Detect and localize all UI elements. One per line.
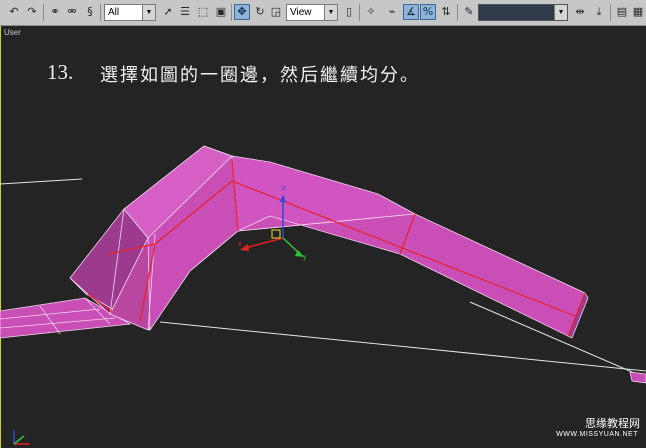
chevron-down-icon: ▼: [554, 5, 567, 20]
redo-icon[interactable]: ↷: [24, 4, 40, 20]
move-icon[interactable]: ✥: [234, 4, 250, 20]
window-crossing-icon[interactable]: ▣: [213, 4, 229, 20]
right-plane-fragment: [629, 371, 646, 384]
svg-text:z: z: [282, 185, 286, 192]
toolbar-separator: [610, 4, 611, 21]
scale-icon[interactable]: ◲: [268, 4, 284, 20]
chevron-down-icon: ▼: [142, 5, 155, 20]
chevron-down-icon: ▼: [324, 5, 337, 20]
svg-text:y: y: [303, 254, 307, 261]
select-and-link-icon[interactable]: ⚭: [47, 4, 63, 20]
curve-editor-icon[interactable]: ▦: [631, 4, 645, 20]
percent-snap-icon[interactable]: %: [420, 4, 436, 20]
scene-3d-view[interactable]: z x y: [0, 26, 646, 448]
bind-space-warp-icon[interactable]: §: [82, 4, 98, 20]
selection-filter-value: All: [108, 7, 120, 18]
reference-coordinate-value: View: [290, 7, 312, 18]
select-arrow-icon[interactable]: ➚: [160, 4, 176, 20]
toolbar-separator: [457, 4, 458, 21]
step-instruction: 選擇如圖的一圈邊，然后繼續均分。: [100, 65, 420, 86]
spinner-snap-icon[interactable]: ⇅: [438, 4, 454, 20]
toolbar-separator: [359, 4, 360, 21]
layer-manager-icon[interactable]: ▤: [614, 4, 630, 20]
unlink-icon[interactable]: ⚮: [64, 4, 80, 20]
pivot-center-icon[interactable]: ▯: [341, 4, 357, 20]
bent-box-mesh: [69, 145, 589, 339]
mirror-icon[interactable]: ⇹: [572, 4, 588, 20]
step-number: 13.: [47, 60, 74, 84]
snaps-toggle-icon[interactable]: ⌁: [384, 4, 400, 20]
undo-icon[interactable]: ↶: [6, 4, 22, 20]
angle-snap-icon[interactable]: ∡: [403, 4, 419, 20]
toolbar-separator: [231, 4, 232, 21]
rectangular-selection-icon[interactable]: ⬚: [195, 4, 211, 20]
toolbar-separator: [100, 4, 101, 21]
edit-named-selection-icon[interactable]: ✎: [461, 4, 477, 20]
select-by-name-icon[interactable]: ☰: [177, 4, 193, 20]
selection-filter-dropdown[interactable]: All ▼: [104, 4, 156, 21]
manipulate-icon[interactable]: ✧: [363, 4, 379, 20]
svg-text:x: x: [238, 241, 242, 248]
reference-coordinate-dropdown[interactable]: View ▼: [286, 4, 338, 21]
rotate-icon[interactable]: ↻: [252, 4, 268, 20]
align-icon[interactable]: ⤓: [591, 4, 607, 20]
main-toolbar: ↶ ↷ ⚭ ⚮ § All ▼ ➚ ☰ ⬚ ▣ ✥ ↻ ◲ View ▼ ▯ ✧…: [0, 0, 646, 26]
toolbar-separator: [43, 4, 44, 21]
watermark-site-name: 思缘教程网: [585, 417, 640, 430]
named-selection-sets-dropdown[interactable]: ▼: [478, 4, 568, 21]
watermark-url: WWW.MISSYUAN.NET: [556, 431, 638, 438]
world-axis-tripod: [13, 430, 30, 445]
